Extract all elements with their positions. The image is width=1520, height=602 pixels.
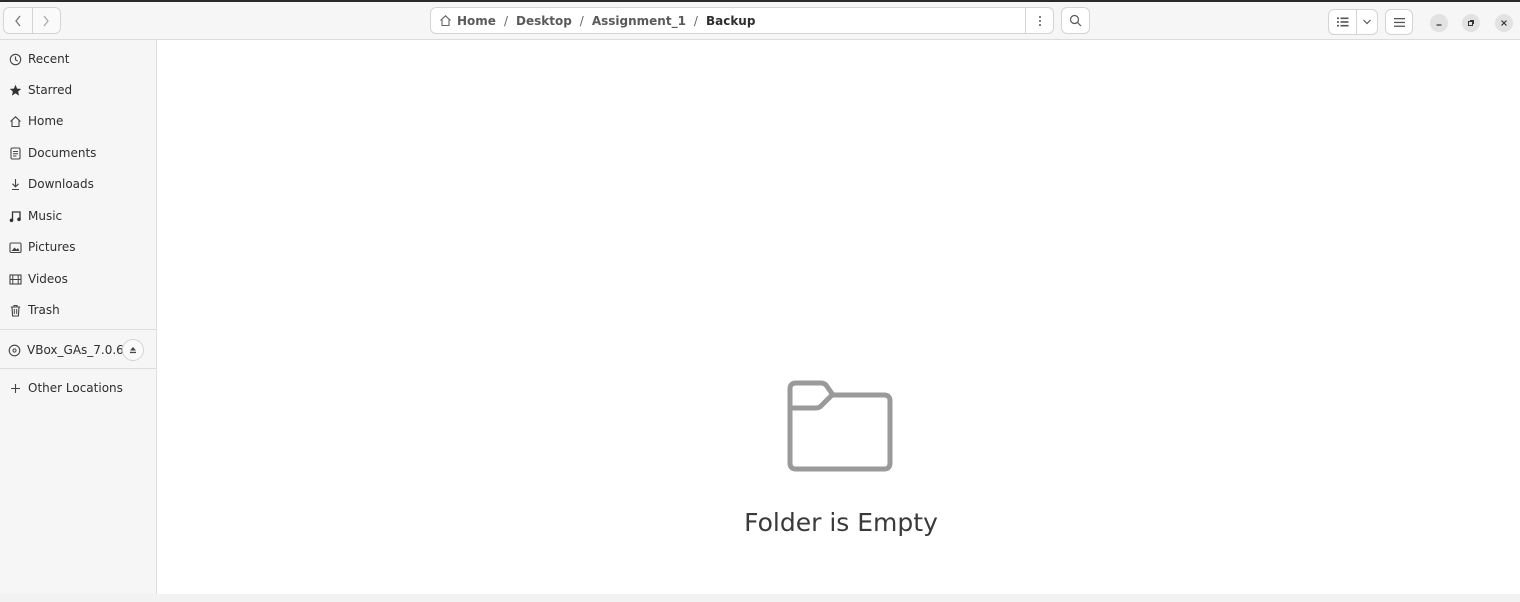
sidebar-item-downloads[interactable]: Downloads [0,170,156,198]
home-icon [439,14,452,27]
sidebar-item-recent[interactable]: Recent [0,45,156,73]
back-button[interactable] [4,8,32,33]
close-button[interactable] [1495,14,1513,32]
view-toggle-group [1328,9,1378,35]
vertical-dots-icon [1038,15,1041,26]
sidebar-item-home[interactable]: Home [0,107,156,135]
search-icon [1069,14,1082,27]
path-bar: Home / Desktop / Assignment_1 / Backup [430,7,1026,34]
breadcrumb-desktop[interactable]: Desktop [516,14,572,28]
eject-icon [130,347,136,354]
list-view-icon [1336,17,1348,27]
minimize-button[interactable] [1430,14,1448,32]
minimize-icon [1436,24,1442,26]
breadcrumb-assignment[interactable]: Assignment_1 [592,14,686,28]
folder-icon [787,380,893,472]
sidebar-item-label: Videos [28,272,68,286]
sidebar-item-label: Pictures [28,240,76,254]
home-icon [8,114,22,128]
search-button[interactable] [1061,7,1090,34]
sidebar-item-music[interactable]: Music [0,202,156,230]
forward-button[interactable] [31,8,61,33]
breadcrumb-home[interactable]: Home [457,14,496,28]
maximize-button[interactable] [1462,14,1480,32]
navigation-buttons [3,7,61,34]
sidebar-item-other-locations[interactable]: Other Locations [0,374,156,402]
sidebar-item-label: Documents [28,146,97,160]
clock-icon [8,52,22,66]
sidebar-item-label: Starred [28,83,73,97]
chevron-left-icon [14,15,21,26]
disc-icon [8,343,21,357]
chevron-down-icon [1363,19,1371,25]
download-icon [8,177,22,191]
sidebar-item-trash[interactable]: Trash [0,296,156,324]
sidebar-item-starred[interactable]: Starred [0,76,156,104]
breadcrumb-backup[interactable]: Backup [706,14,755,28]
main-menu-button[interactable] [1385,9,1413,35]
file-view[interactable]: Folder is Empty [158,41,1520,594]
music-icon [8,209,22,223]
star-icon [8,83,22,97]
empty-folder-message: Folder is Empty [744,508,938,537]
sidebar: Recent Starred Home Documents Downloads … [0,40,157,594]
eject-button[interactable] [122,339,144,361]
breadcrumb-separator: / [693,13,698,28]
sidebar-item-label: Downloads [28,177,94,191]
sidebar-item-label: Other Locations [28,381,123,395]
sidebar-divider [0,368,156,369]
document-icon [8,146,22,160]
sidebar-divider [0,329,156,330]
hamburger-icon [1393,17,1405,27]
sidebar-item-label: Home [28,114,64,128]
film-icon [8,272,22,286]
close-icon [1501,20,1507,26]
plus-icon [8,381,22,395]
sidebar-item-label: Recent [28,52,70,66]
trash-icon [8,303,22,317]
sidebar-item-label: VBox_GAs_7.0.6 [27,343,124,357]
restore-icon [1468,20,1474,26]
list-view-button[interactable] [1329,10,1356,34]
window-bottom-edge [0,594,1520,602]
chevron-right-icon [43,15,50,26]
sidebar-item-videos[interactable]: Videos [0,265,156,293]
sidebar-item-label: Music [28,209,63,223]
picture-icon [8,240,22,254]
sidebar-item-pictures[interactable]: Pictures [0,233,156,261]
breadcrumb-separator: / [579,13,584,28]
path-menu-button[interactable] [1026,7,1054,34]
sidebar-item-documents[interactable]: Documents [0,139,156,167]
sidebar-item-label: Trash [28,303,60,317]
header-bar: Home / Desktop / Assignment_1 / Backup [0,2,1520,40]
breadcrumb-separator: / [503,13,508,28]
view-options-button[interactable] [1356,10,1377,34]
sidebar-item-device[interactable]: VBox_GAs_7.0.6 [0,336,124,364]
